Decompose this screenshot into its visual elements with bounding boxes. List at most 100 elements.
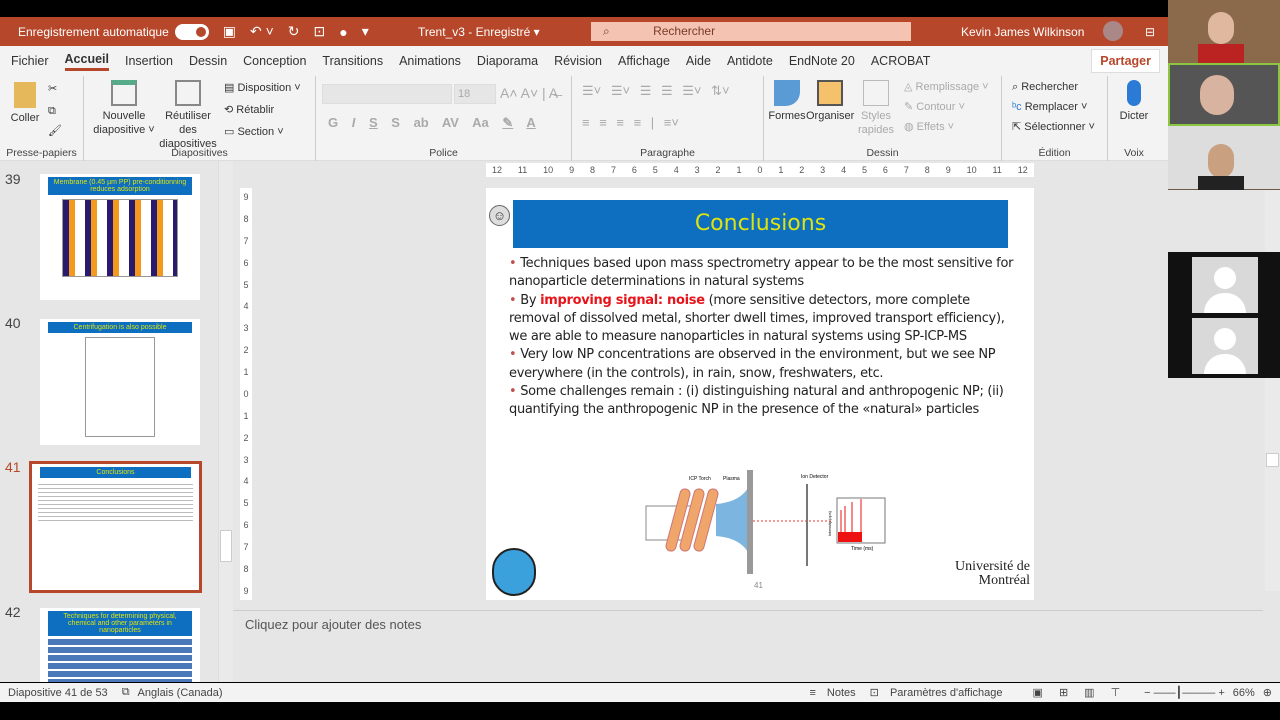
effects-button[interactable]: ◍ Effets ˅ xyxy=(904,120,954,134)
slide-thumbnail[interactable]: Membrane (0.45 µm PP) pre-conditionning … xyxy=(40,174,200,300)
title-bar: Enregistrement automatique ▣ ↶ ˅ ↻ ⊡ ● ▾… xyxy=(0,17,1168,46)
search-placeholder: Rechercher xyxy=(653,24,716,38)
slide-thumbnail[interactable]: Techniques for determining physical, che… xyxy=(40,608,200,682)
slide-thumbnail-selected[interactable]: Conclusions xyxy=(29,461,202,593)
tab-affichage[interactable]: Affichage xyxy=(618,54,670,68)
clipboard-icon xyxy=(14,82,36,108)
slide-body[interactable]: • Techniques based upon mass spectrometr… xyxy=(509,255,1024,420)
search-box[interactable]: ⌕ Rechercher xyxy=(591,22,911,41)
arrange-button[interactable]: Organiser xyxy=(806,80,854,123)
slides-group: Nouvelle diapositive ˅ Réutiliser des di… xyxy=(84,76,316,161)
search-icon: ⌕ xyxy=(603,24,614,38)
table-thumb xyxy=(48,639,192,682)
normal-view-icon[interactable]: ▣ xyxy=(1033,686,1043,699)
arrange-icon xyxy=(817,80,843,106)
accessibility-icon[interactable]: ⧉ xyxy=(122,686,130,699)
notes-button[interactable]: ≡ Notes xyxy=(809,687,855,699)
tab-fichier[interactable]: Fichier xyxy=(11,54,49,68)
signal-baseline xyxy=(838,532,862,542)
dictate-button[interactable]: Dicter xyxy=(1118,80,1150,123)
slide-canvas[interactable]: ☺ Conclusions • Techniques based upon ma… xyxy=(486,188,1034,600)
share-button[interactable]: Partager xyxy=(1091,49,1160,73)
scrollbar-thumb[interactable] xyxy=(1266,453,1279,467)
ruler-tick: 7 xyxy=(903,165,909,175)
copy-icon[interactable]: ⧉ xyxy=(48,104,56,118)
section-button[interactable]: ▭ Section ˅ xyxy=(224,125,284,139)
list-buttons[interactable]: ☰˅ ☰˅ ☰ ☰ ☰˅ ⇅˅ xyxy=(582,84,730,98)
format-painter-icon[interactable]: 🖌 xyxy=(48,124,62,138)
font-group: 18 A˄ A˅ | A̶ G I S S ab AV Aa ✎ A Polic… xyxy=(316,76,572,161)
align-buttons[interactable]: ≡ ≡ ≡ ≡ | ≡˅ xyxy=(582,116,679,130)
ruler-tick: 2 xyxy=(243,345,249,356)
present-icon[interactable]: ⊡ xyxy=(314,23,326,40)
tab-diaporama[interactable]: Diaporama xyxy=(477,54,538,68)
ribbon-display-icon[interactable]: ⊟ xyxy=(1145,25,1155,39)
zoom-level[interactable]: 66% xyxy=(1233,687,1255,699)
thumbnails-scrollbar[interactable] xyxy=(218,161,233,682)
tab-accueil[interactable]: Accueil xyxy=(64,52,109,71)
language[interactable]: Anglais (Canada) xyxy=(138,687,223,699)
scrollbar-thumb[interactable] xyxy=(220,530,232,562)
slideshow-icon[interactable]: ⊤ xyxy=(1111,686,1121,699)
redo-icon[interactable]: ↻ xyxy=(288,23,300,40)
ruler-tick: 3 xyxy=(694,165,700,175)
tab-insertion[interactable]: Insertion xyxy=(125,54,173,68)
font-name-input[interactable] xyxy=(322,84,452,104)
participant-video xyxy=(1168,126,1280,190)
select-button[interactable]: ⇱ Sélectionner ˅ xyxy=(1012,120,1095,134)
fit-to-window-icon[interactable]: ⊕ xyxy=(1263,686,1272,699)
cut-icon[interactable]: ✂ xyxy=(48,82,57,96)
zoom-slider[interactable]: − ——┃——— + xyxy=(1144,686,1225,699)
font-size-input[interactable]: 18 xyxy=(454,84,496,104)
outline-button[interactable]: ✎ Contour ˅ xyxy=(904,100,965,114)
slide-number: 39 xyxy=(5,171,21,187)
display-settings-button[interactable]: ⊡ Paramètres d'affichage xyxy=(870,686,1003,699)
slide-thumbnail[interactable]: Centrifugation is also possible xyxy=(40,319,200,445)
reading-view-icon[interactable]: ▥ xyxy=(1084,686,1094,699)
ruler-tick: 2 xyxy=(799,165,805,175)
font-style-buttons[interactable]: G I S S ab AV Aa ✎ A xyxy=(328,116,536,130)
reset-button[interactable]: ⟲ Rétablir xyxy=(224,103,274,117)
undo-icon[interactable]: ↶ ˅ xyxy=(250,23,274,40)
customize-icon[interactable]: ▾ xyxy=(362,23,369,40)
x-axis-label: Time (ms) xyxy=(851,546,874,552)
record-icon[interactable]: ● xyxy=(339,24,347,40)
tab-conception[interactable]: Conception xyxy=(243,54,306,68)
paste-button[interactable]: Coller xyxy=(6,82,44,125)
avatar[interactable] xyxy=(1103,21,1123,41)
tab-transitions[interactable]: Transitions xyxy=(322,54,383,68)
tab-endnote-20[interactable]: EndNote 20 xyxy=(789,54,855,68)
ruler-tick: 2 xyxy=(243,432,249,443)
quick-styles-button[interactable]: Styles rapides xyxy=(854,80,898,137)
bullet: • By improving signal: noise (more sensi… xyxy=(509,292,1005,345)
detector-label: Ion Detector xyxy=(801,474,829,480)
reuse-slides-button[interactable]: Réutiliser des diapositives xyxy=(156,80,220,151)
tab-acrobat[interactable]: ACROBAT xyxy=(871,54,931,68)
tab-antidote[interactable]: Antidote xyxy=(727,54,773,68)
layout-button[interactable]: ▤ Disposition ˅ xyxy=(224,81,301,95)
save-icon[interactable]: ▣ xyxy=(223,23,236,40)
notes-pane[interactable]: Cliquez pour ajouter des notes xyxy=(233,610,1263,638)
replace-button[interactable]: ᵇc Remplacer ˅ xyxy=(1012,100,1087,114)
ruler-tick: 4 xyxy=(243,301,249,312)
tab-dessin[interactable]: Dessin xyxy=(189,54,227,68)
tab-révision[interactable]: Révision xyxy=(554,54,602,68)
tab-aide[interactable]: Aide xyxy=(686,54,711,68)
fill-button[interactable]: ◬ Remplissage ˅ xyxy=(904,80,989,94)
slide-title[interactable]: Conclusions xyxy=(513,200,1008,248)
text-lines-thumb xyxy=(38,481,193,521)
participant-avatar xyxy=(1192,257,1258,313)
shapes-button[interactable]: Formes xyxy=(768,80,806,123)
ruler-tick: 11 xyxy=(992,165,1002,175)
ruler-tick: 7 xyxy=(243,542,249,552)
autosave-toggle[interactable] xyxy=(174,23,209,40)
slide-counter: Diapositive 41 de 53 xyxy=(8,686,108,699)
new-slide-button[interactable]: Nouvelle diapositive ˅ xyxy=(90,80,158,137)
font-grow-shrink-icons[interactable]: A˄ A˅ | A̶ xyxy=(500,86,558,100)
user-name[interactable]: Kevin James Wilkinson xyxy=(961,25,1084,39)
find-button[interactable]: ⌕ Rechercher xyxy=(1012,80,1078,94)
bullet: • Some challenges remain : (i) distingui… xyxy=(509,384,1004,418)
document-title[interactable]: Trent_v3 - Enregistré ▾ xyxy=(418,25,540,39)
tab-animations[interactable]: Animations xyxy=(399,54,461,68)
slide-sorter-icon[interactable]: ⊞ xyxy=(1059,686,1068,699)
